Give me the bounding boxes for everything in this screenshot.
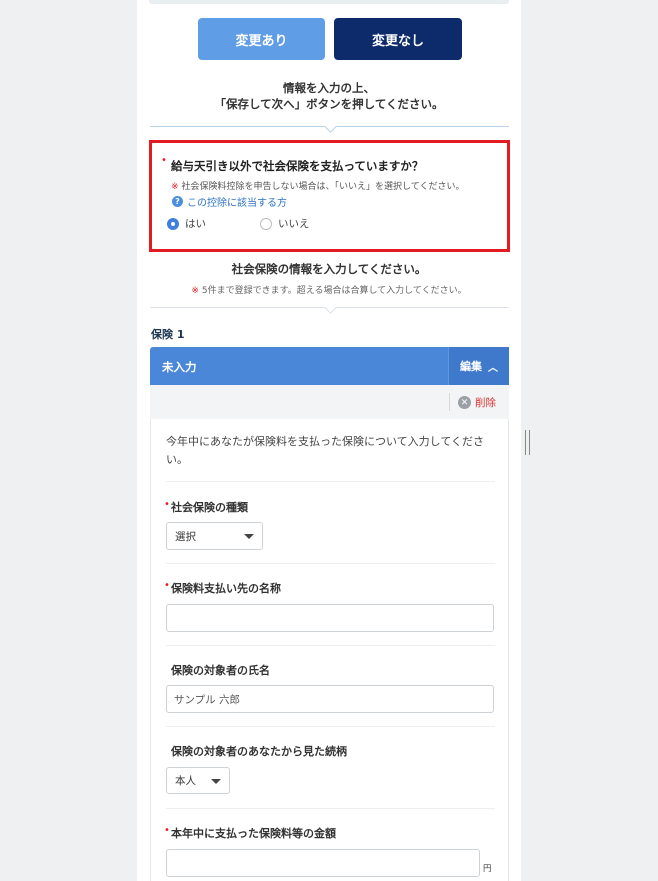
instruction-line-1: 情報を入力の上、 xyxy=(283,81,375,95)
required-mark: • xyxy=(164,580,170,591)
insurance-card-body: 今年中にあなたが保険料を支払った保険について入力してください。 • 社会保険の種… xyxy=(150,419,509,881)
radio-no[interactable]: いいえ xyxy=(260,216,310,231)
field-divider xyxy=(166,726,495,727)
required-mark: • xyxy=(161,155,167,166)
top-strip xyxy=(149,0,509,4)
question-note-text: 社会保険料控除を申告しない場合は、「いいえ」を選択してください。 xyxy=(181,182,465,192)
radio-yes-label[interactable]: はい xyxy=(185,216,206,231)
relationship-label: 保険の対象者のあなたから見た続柄 xyxy=(171,745,347,758)
amount-input[interactable] xyxy=(166,849,480,877)
insurance-info-note-text: 5件まで登録できます。超える場合は合算して入力してください。 xyxy=(201,286,467,296)
chevron-up-icon[interactable]: ︿ xyxy=(488,359,498,374)
insurance-info-note: ※ 5件まで登録できます。超える場合は合算して入力してください。 xyxy=(137,283,521,296)
radio-checked-icon[interactable] xyxy=(167,217,179,230)
dropdown-arrow-icon[interactable] xyxy=(244,534,254,539)
radio-yes[interactable]: はい xyxy=(167,216,206,231)
close-circle-icon[interactable]: ✕ xyxy=(458,396,471,409)
insurance-status: 未入力 xyxy=(162,360,197,374)
payee-input[interactable] xyxy=(166,604,494,632)
instruction-text: 情報を入力の上、 「保存して次へ」ボタンを押してください。 xyxy=(137,80,521,112)
insurance-type-label: 社会保険の種類 xyxy=(171,501,248,514)
delete-button[interactable]: ✕ 削除 xyxy=(458,395,496,410)
divider-notch xyxy=(324,301,337,314)
radio-unchecked-icon[interactable] xyxy=(260,217,272,230)
field-divider xyxy=(166,808,495,809)
edit-label[interactable]: 編集 xyxy=(460,358,482,374)
insurance-card-header[interactable]: 未入力 編集 ︿ xyxy=(150,347,509,385)
changed-button[interactable]: 変更あり xyxy=(198,18,325,60)
insurance-intro: 今年中にあなたが保険料を支払った保険について入力してください。 xyxy=(166,435,485,466)
required-mark: • xyxy=(164,499,170,510)
relationship-value[interactable]: 本人 xyxy=(175,773,196,788)
note-mark: ※ xyxy=(171,182,179,192)
field-divider xyxy=(166,645,495,646)
insurance-type-select[interactable]: 選択 xyxy=(166,522,263,550)
relationship-select[interactable]: 本人 xyxy=(166,767,230,794)
question-label: 給与天引き以外で社会保険を支払っていますか？ xyxy=(171,159,424,173)
form-page: 変更あり 変更なし 情報を入力の上、 「保存して次へ」ボタンを押してください。 … xyxy=(137,0,521,881)
required-mark: • xyxy=(164,825,170,836)
question-note: ※ 社会保険料控除を申告しない場合は、「いいえ」を選択してください。 xyxy=(171,179,465,192)
unchanged-button[interactable]: 変更なし xyxy=(334,18,462,60)
radio-no-label[interactable]: いいえ xyxy=(278,216,310,231)
yen-unit: 円 xyxy=(483,864,492,874)
toolbar-divider xyxy=(449,393,450,411)
insurance-heading: 保険 1 xyxy=(151,328,185,341)
field-divider xyxy=(166,563,495,564)
field-divider xyxy=(166,481,495,482)
scrollbar-handle[interactable] xyxy=(525,430,530,455)
question-icon: ? xyxy=(172,196,183,207)
note-mark: ※ xyxy=(191,286,199,296)
help-link-text[interactable]: この控除に該当する方 xyxy=(187,194,287,209)
divider-notch xyxy=(324,120,337,133)
insurance-card-toolbar: ✕ 削除 xyxy=(150,385,509,419)
delete-label[interactable]: 削除 xyxy=(475,395,496,410)
help-link[interactable]: ? この控除に該当する方 xyxy=(172,194,287,209)
edit-button[interactable]: 編集 ︿ xyxy=(448,347,509,385)
payee-label: 保険料支払い先の名称 xyxy=(171,582,281,595)
instruction-line-2: 「保存して次へ」ボタンを押してください。 xyxy=(214,97,444,111)
insurance-info-title: 社会保険の情報を入力してください。 xyxy=(231,262,427,276)
insured-name-input[interactable]: サンプル 六郎 xyxy=(166,685,494,713)
social-insurance-question: • 給与天引き以外で社会保険を支払っていますか？ ※ 社会保険料控除を申告しない場… xyxy=(149,140,510,252)
insurance-type-value[interactable]: 選択 xyxy=(175,529,196,544)
amount-label: 本年中に支払った保険料等の金額 xyxy=(171,827,336,840)
dropdown-arrow-icon[interactable] xyxy=(211,778,221,784)
insured-name-label: 保険の対象者の氏名 xyxy=(171,664,270,677)
